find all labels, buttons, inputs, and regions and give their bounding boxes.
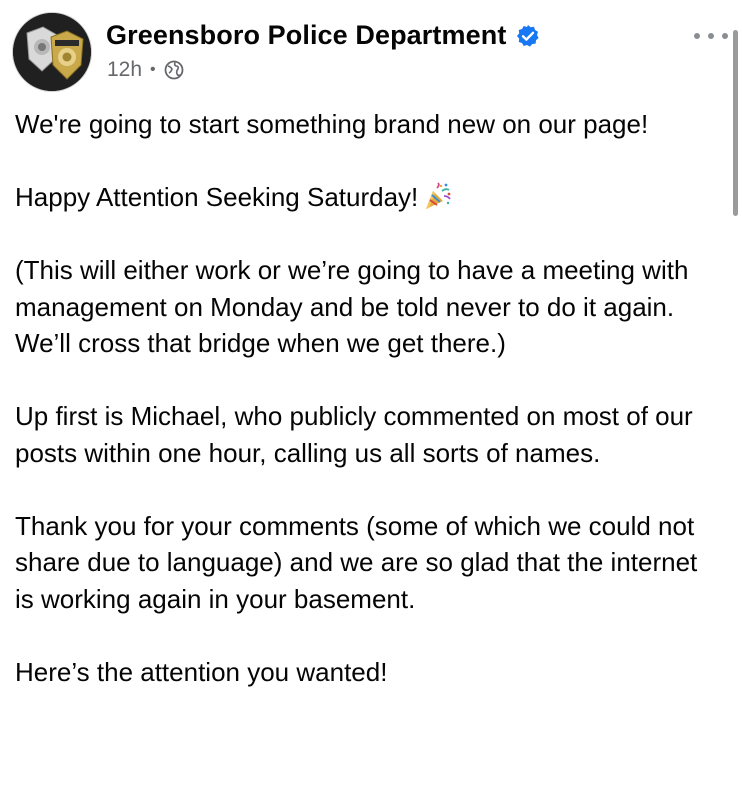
verified-badge-icon — [516, 24, 540, 48]
post-paragraph-with-emoji: Happy Attention Seeking Saturday! — [15, 179, 715, 216]
post-paragraph: Up first is Michael, who publicly commen… — [15, 401, 693, 468]
post-paragraph: We're going to start something brand new… — [15, 109, 649, 139]
post-paragraph: Thank you for your comments (some of whi… — [15, 510, 698, 614]
more-options-icon[interactable] — [694, 26, 728, 46]
page-name-link[interactable]: Greensboro Police Department — [106, 20, 506, 51]
post-paragraph: Happy Attention Seeking Saturday! — [15, 182, 419, 212]
police-badge-icon — [13, 13, 91, 91]
globe-icon[interactable] — [164, 60, 184, 80]
post-timestamp[interactable]: 12h — [107, 58, 142, 82]
party-popper-icon — [422, 182, 452, 212]
post-body: We're going to start something brand new… — [15, 106, 715, 727]
page-avatar[interactable] — [12, 12, 92, 92]
post-paragraph: (This will either work or we’re going to… — [15, 255, 689, 358]
post-paragraph: Here’s the attention you wanted! — [15, 656, 388, 687]
page-name-row: Greensboro Police Department — [106, 20, 540, 51]
meta-separator: • — [150, 61, 156, 78]
facebook-post: Greensboro Police Department 12h • We're… — [0, 0, 742, 800]
scrollbar[interactable] — [733, 30, 738, 216]
dot — [708, 33, 714, 39]
post-meta: 12h • — [107, 58, 184, 82]
dot — [722, 33, 728, 39]
dot — [694, 33, 700, 39]
